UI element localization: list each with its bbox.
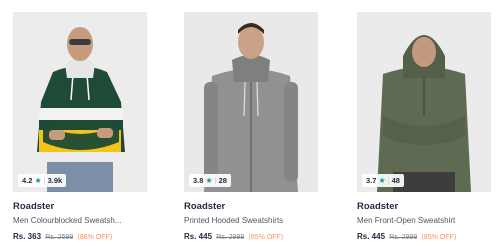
discount-label: (86% OFF): [77, 234, 113, 241]
star-icon: ★: [205, 176, 213, 185]
product-card-1[interactable]: 4.2 ★ | 3.9k Roadster Men Colourblocked …: [13, 12, 147, 241]
rating-count: 28: [218, 176, 227, 185]
rating-count: 3.9k: [47, 176, 63, 185]
rating-separator: |: [387, 176, 390, 185]
price-row: Rs. 445 Rs. 2999 (85% OFF): [184, 232, 318, 241]
product-brand: Roadster: [357, 201, 399, 212]
product-image[interactable]: 3.7 ★ | 48: [357, 12, 491, 192]
price-row: Rs. 363 Rs. 2599 (86% OFF): [13, 232, 147, 241]
star-icon: ★: [34, 176, 42, 185]
model-photo-colourblocked-sweatshirt: [13, 12, 147, 192]
product-title: Men Front-Open Sweatshirt: [357, 216, 456, 225]
product-brand: Roadster: [13, 201, 55, 212]
model-photo-olive-front-open-sweatshirt: [357, 12, 491, 192]
product-price: Rs. 445: [184, 232, 213, 241]
product-mrp: Rs. 2599: [45, 234, 74, 241]
discount-label: (85% OFF): [421, 234, 457, 241]
product-price: Rs. 363: [13, 232, 42, 241]
rating-value: 3.8: [193, 176, 204, 185]
rating-count: 48: [391, 176, 400, 185]
rating-badge: 3.7 ★ | 48: [362, 174, 404, 187]
price-row: Rs. 445 Rs. 2999 (85% OFF): [357, 232, 491, 241]
product-card-3[interactable]: 3.7 ★ | 48 Roadster Men Front-Open Sweat…: [357, 12, 491, 241]
rating-badge: 4.2 ★ | 3.9k: [18, 174, 67, 187]
product-price: Rs. 445: [357, 232, 386, 241]
product-title: Printed Hooded Sweatshirts: [184, 216, 284, 225]
product-mrp: Rs. 2999: [389, 234, 418, 241]
rating-badge: 3.8 ★ | 28: [189, 174, 231, 187]
product-mrp: Rs. 2999: [216, 234, 245, 241]
product-image[interactable]: 3.8 ★ | 28: [184, 12, 318, 192]
model-photo-grey-hoodie: [184, 12, 318, 192]
product-card-2[interactable]: 3.8 ★ | 28 Roadster Printed Hooded Sweat…: [184, 12, 318, 241]
product-image[interactable]: 4.2 ★ | 3.9k: [13, 12, 147, 192]
star-icon: ★: [378, 176, 386, 185]
product-title: Men Colourblocked Sweatsh...: [13, 216, 122, 225]
rating-value: 4.2: [22, 176, 33, 185]
product-brand: Roadster: [184, 201, 226, 212]
discount-label: (85% OFF): [248, 234, 284, 241]
rating-separator: |: [214, 176, 217, 185]
rating-value: 3.7: [366, 176, 377, 185]
rating-separator: |: [43, 176, 46, 185]
